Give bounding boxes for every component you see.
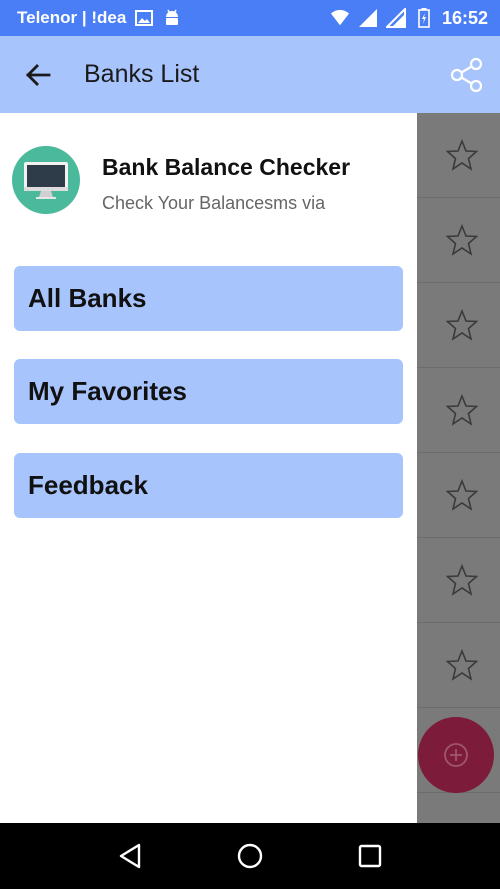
star-outline-icon[interactable] [446,139,478,171]
app-name: Bank Balance Checker [102,154,351,180]
nav-back-button[interactable] [110,836,150,876]
page-title: Banks List [84,60,200,88]
monitor-icon [24,162,68,199]
star-outline-icon[interactable] [446,649,478,681]
add-circle-icon [444,743,468,767]
drawer-header: Bank Balance Checker Check Your Balances… [12,146,412,216]
menu-all-banks-button[interactable]: All Banks [14,266,403,331]
signal-2-icon [385,8,406,28]
menu-feedback-button[interactable]: Feedback [14,453,403,518]
system-nav-bar [0,823,500,889]
menu-my-favorites-button[interactable]: My Favorites [14,359,403,424]
navigation-drawer: Bank Balance Checker Check Your Balances… [0,113,417,823]
status-right: 16:52 [330,8,488,29]
android-notification-icon [162,8,182,28]
status-time: 16:52 [441,7,488,28]
add-fab-button[interactable] [418,717,494,793]
wifi-icon [330,8,350,28]
star-outline-icon[interactable] [446,394,478,426]
back-button[interactable] [0,36,76,113]
image-notification-icon [134,8,154,28]
signal-icon [358,8,378,28]
star-outline-icon[interactable] [446,564,478,596]
triangle-back-icon [119,843,141,869]
app-subtitle: Check Your Balancesms via [102,193,326,213]
circle-home-icon [237,843,263,869]
arrow-left-icon [26,63,51,86]
share-icon [450,57,483,93]
star-outline-icon[interactable] [446,479,478,511]
status-bar: Telenor | !dea 16:52 [0,0,500,36]
nav-recents-button[interactable] [350,836,390,876]
star-outline-icon[interactable] [446,224,478,256]
star-outline-icon[interactable] [446,309,478,341]
status-left: Telenor | !dea [17,8,182,28]
app-logo [12,146,80,214]
share-button[interactable] [448,56,486,94]
nav-home-button[interactable] [230,836,270,876]
square-recents-icon [358,844,382,868]
carrier-label: Telenor | !dea [17,8,127,27]
battery-icon [414,8,434,28]
app-bar: Banks List [0,36,500,113]
